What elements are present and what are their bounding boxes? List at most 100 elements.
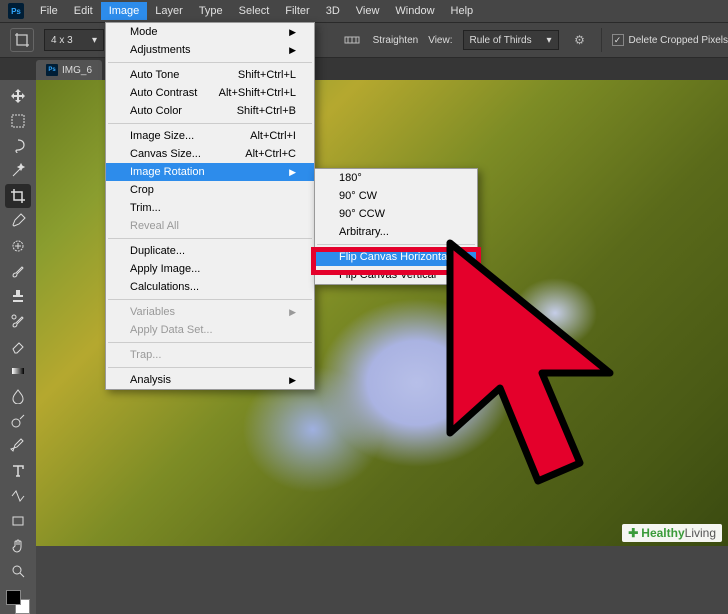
document-tab-label: IMG_6	[62, 65, 92, 76]
image-menu: Mode▶Adjustments▶Auto ToneShift+Ctrl+LAu…	[105, 22, 315, 390]
straighten-icon[interactable]	[341, 29, 363, 51]
zoom-tool[interactable]	[5, 559, 31, 583]
menu-shortcut: Alt+Ctrl+C	[245, 148, 296, 160]
menu-separator	[108, 62, 312, 63]
rotation-menu-90-ccw[interactable]: 90° CCW	[315, 205, 477, 223]
chevron-down-icon: ▾	[92, 35, 97, 46]
history-tool[interactable]	[5, 309, 31, 333]
blur-tool[interactable]	[5, 384, 31, 408]
rect-tool[interactable]	[5, 509, 31, 533]
menu-item-label: Image Rotation	[130, 166, 205, 178]
image-menu-auto-color[interactable]: Auto ColorShift+Ctrl+B	[106, 102, 314, 120]
image-menu-adjustments[interactable]: Adjustments ▶	[106, 41, 314, 59]
aspect-ratio-value: 4 x 3	[51, 35, 73, 46]
image-menu-canvas-size[interactable]: Canvas Size... Alt+Ctrl+C	[106, 145, 314, 163]
view-label: View:	[428, 35, 452, 46]
image-menu-reveal-all: Reveal All	[106, 217, 314, 235]
menu-item-label: Mode	[130, 26, 158, 38]
image-menu-image-size[interactable]: Image Size... Alt+Ctrl+I	[106, 127, 314, 145]
eyedropper-tool[interactable]	[5, 209, 31, 233]
delete-cropped-toggle[interactable]: ✓ Delete Cropped Pixels	[612, 34, 728, 46]
image-menu-trim[interactable]: Trim...	[106, 199, 314, 217]
image-menu-image-rotation[interactable]: Image Rotation ▶	[106, 163, 314, 181]
menu-item-label: Auto Tone	[130, 69, 179, 81]
menu-item-label: Flip Canvas Horizontal	[339, 251, 450, 263]
submenu-arrow-icon: ▶	[289, 307, 296, 318]
eraser-tool[interactable]	[5, 334, 31, 358]
tools-panel	[0, 80, 36, 614]
ps-doc-icon: Ps	[46, 64, 58, 76]
path-tool[interactable]	[5, 484, 31, 508]
crop-tool[interactable]	[5, 184, 31, 208]
marquee-tool[interactable]	[5, 109, 31, 133]
menu-layer[interactable]: Layer	[147, 2, 191, 20]
menu-item-label: 90° CCW	[339, 208, 385, 220]
gradient-tool[interactable]	[5, 359, 31, 383]
menu-item-label: 180°	[339, 172, 362, 184]
menu-item-label: Reveal All	[130, 220, 179, 232]
document-tab[interactable]: Ps IMG_6	[36, 60, 102, 80]
menu-shortcut: Alt+Shift+Ctrl+L	[219, 87, 296, 99]
rotation-menu-90-cw[interactable]: 90° CW	[315, 187, 477, 205]
wand-tool[interactable]	[5, 159, 31, 183]
chevron-down-icon: ▾	[546, 35, 551, 46]
settings-icon[interactable]: ⚙	[569, 29, 591, 51]
menu-view[interactable]: View	[348, 2, 388, 20]
submenu-arrow-icon: ▶	[289, 167, 296, 178]
image-menu-duplicate[interactable]: Duplicate...	[106, 242, 314, 260]
image-rotation-submenu: 180° 90° CW 90° CCW Arbitrary... Flip Canvas…	[314, 168, 478, 285]
stamp-tool[interactable]	[5, 284, 31, 308]
menu-file[interactable]: File	[32, 2, 66, 20]
menu-item-label: Trap...	[130, 349, 161, 361]
menu-item-label: Auto Contrast	[130, 87, 197, 99]
submenu-arrow-icon: ▶	[289, 45, 296, 56]
menu-item-label: Analysis	[130, 374, 171, 386]
menu-3d[interactable]: 3D	[318, 2, 348, 20]
image-menu-analysis[interactable]: Analysis▶	[106, 371, 314, 389]
menu-window[interactable]: Window	[387, 2, 442, 20]
aspect-ratio-field[interactable]: 4 x 3 ▾	[44, 29, 104, 51]
menu-item-label: Canvas Size...	[130, 148, 201, 160]
hand-tool[interactable]	[5, 534, 31, 558]
submenu-arrow-icon: ▶	[289, 27, 296, 38]
menu-image[interactable]: Image	[101, 2, 148, 20]
image-menu-calculations[interactable]: Calculations...	[106, 278, 314, 296]
image-menu-auto-tone[interactable]: Auto ToneShift+Ctrl+L	[106, 66, 314, 84]
menu-help[interactable]: Help	[443, 2, 482, 20]
image-menu-crop[interactable]: Crop	[106, 181, 314, 199]
menu-separator	[108, 299, 312, 300]
type-tool[interactable]	[5, 459, 31, 483]
menu-type[interactable]: Type	[191, 2, 231, 20]
dodge-tool[interactable]	[5, 409, 31, 433]
menu-filter[interactable]: Filter	[277, 2, 317, 20]
heal-tool[interactable]	[5, 234, 31, 258]
rotation-menu-180[interactable]: 180°	[315, 169, 477, 187]
image-menu-auto-contrast[interactable]: Auto Contrast Alt+Shift+Ctrl+L	[106, 84, 314, 102]
pen-tool[interactable]	[5, 434, 31, 458]
color-swatches[interactable]	[6, 590, 30, 614]
menu-shortcut: Alt+Ctrl+I	[250, 130, 296, 142]
crop-tool-indicator[interactable]	[10, 28, 34, 52]
menu-separator	[108, 342, 312, 343]
rotation-menu-arbitrary[interactable]: Arbitrary...	[315, 223, 477, 241]
image-menu-mode[interactable]: Mode ▶	[106, 23, 314, 41]
lasso-tool[interactable]	[5, 134, 31, 158]
plus-icon: ✚	[628, 526, 638, 540]
rotation-menu-flip-canvas-vertical[interactable]: Flip Canvas Vertical	[315, 266, 477, 284]
menu-shortcut: Shift+Ctrl+B	[237, 105, 296, 117]
view-dropdown[interactable]: Rule of Thirds ▾	[463, 30, 559, 50]
menu-edit[interactable]: Edit	[66, 2, 101, 20]
menu-item-label: Adjustments	[130, 44, 191, 56]
brush-tool[interactable]	[5, 259, 31, 283]
menu-item-label: Apply Data Set...	[130, 324, 213, 336]
menu-separator	[108, 123, 312, 124]
rotation-menu-flip-canvas-horizontal[interactable]: Flip Canvas Horizontal	[315, 248, 477, 266]
menu-item-label: Crop	[130, 184, 154, 196]
image-menu-apply-image[interactable]: Apply Image...	[106, 260, 314, 278]
menu-item-label: Variables	[130, 306, 175, 318]
separator	[601, 28, 602, 52]
menu-select[interactable]: Select	[231, 2, 278, 20]
move-tool[interactable]	[5, 84, 31, 108]
menu-item-label: Image Size...	[130, 130, 194, 142]
menu-item-label: 90° CW	[339, 190, 377, 202]
